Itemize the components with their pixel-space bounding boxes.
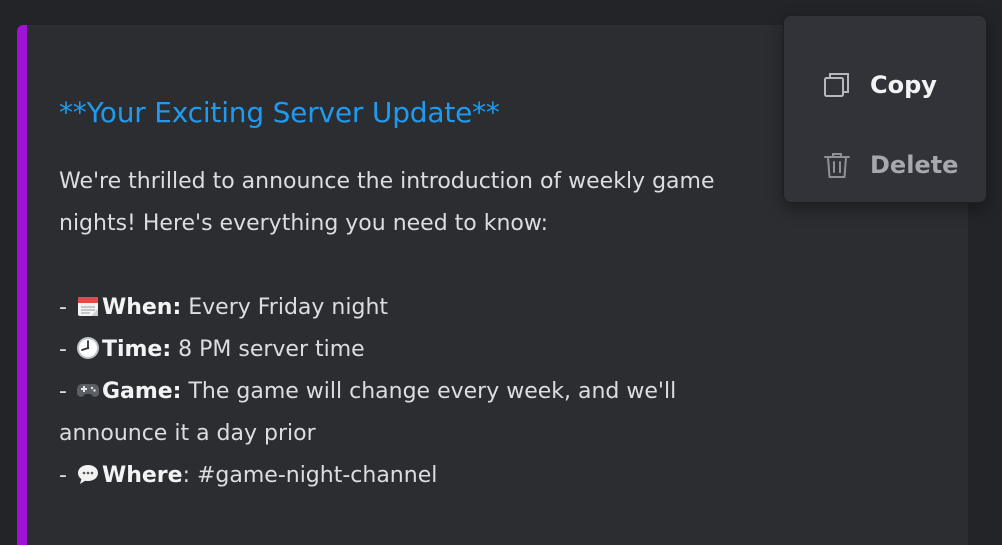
embed-content: **Your Exciting Server Update** We're th…: [59, 95, 779, 497]
copy-button[interactable]: Copy: [784, 55, 986, 115]
list-item-game-continuation: announce it a day prior: [59, 421, 316, 446]
clock-icon: [76, 337, 99, 359]
embed-description: We're thrilled to announce the introduct…: [59, 161, 779, 497]
copy-icon: [821, 69, 853, 101]
speech-bubble-icon: [77, 465, 98, 484]
item-value: : #game-night-channel: [182, 463, 438, 488]
embed-title: **Your Exciting Server Update**: [59, 96, 500, 129]
item-label: When:: [101, 295, 182, 320]
context-menu: Copy Delete: [783, 15, 987, 203]
item-label: Time:: [101, 337, 172, 362]
delete-label: Delete: [870, 151, 959, 179]
delete-button[interactable]: Delete: [784, 135, 986, 195]
copy-label: Copy: [870, 71, 937, 99]
list-item-game: - Game: The game will change every week,…: [59, 379, 677, 404]
list-item-where: - Where: #game-night-channel: [59, 463, 438, 488]
item-label: Game:: [101, 379, 182, 404]
trash-icon: [821, 149, 853, 181]
embed-accent-bar: [17, 25, 27, 545]
item-label: Where: [101, 463, 183, 488]
list-item-when: - When: Every Friday night: [59, 295, 389, 320]
item-value: 8 PM server time: [171, 337, 365, 362]
list-item-time: - Time: 8 PM server time: [59, 337, 365, 362]
gamepad-icon: [76, 384, 99, 397]
embed-intro: We're thrilled to announce the introduct…: [59, 169, 715, 236]
item-value: The game will change every week, and we'…: [181, 379, 677, 404]
calendar-icon: [77, 297, 98, 316]
item-value: Every Friday night: [181, 295, 389, 320]
